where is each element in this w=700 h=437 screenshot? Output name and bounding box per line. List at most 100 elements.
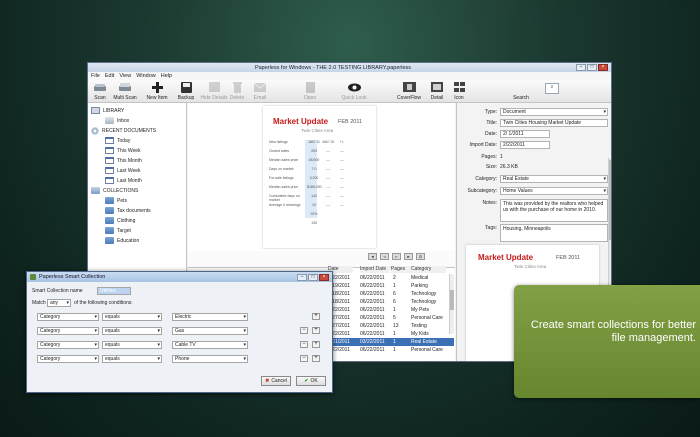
preview-row: For-sale listings 3,200— — bbox=[269, 176, 344, 180]
sidebar-item-tax-documents[interactable]: Tax documents bbox=[105, 207, 151, 214]
first-page-button[interactable]: ◂ bbox=[368, 253, 377, 260]
title-field[interactable]: Twin Cities Housing Market Update bbox=[500, 119, 608, 127]
condition-field-select[interactable]: Category bbox=[37, 313, 99, 321]
date-field[interactable]: 2/ 1/2011 bbox=[500, 130, 550, 138]
notes-field[interactable]: This was provided by the realtors who he… bbox=[500, 199, 608, 222]
folder-icon bbox=[105, 227, 114, 234]
sidebar-item-target[interactable]: Target bbox=[105, 227, 131, 234]
tags-field[interactable]: Housing, Minneapolis bbox=[500, 224, 608, 242]
cancel-button[interactable]: ✖ Cancel bbox=[261, 376, 291, 386]
search-button[interactable]: ⌕ bbox=[545, 83, 559, 94]
condition-operator-select[interactable]: equals bbox=[102, 355, 162, 363]
collection-name-field[interactable]: Utilities bbox=[97, 287, 131, 295]
ok-button[interactable]: ✔ OK bbox=[296, 376, 326, 386]
calendar-icon bbox=[105, 177, 114, 184]
last-page-button[interactable]: ▸ bbox=[404, 253, 413, 260]
prev-page-button[interactable]: ◃ bbox=[380, 253, 389, 260]
sidebar-collections-header[interactable]: COLLECTIONS bbox=[91, 187, 138, 194]
condition-value-select[interactable]: Phone bbox=[172, 355, 248, 363]
dialog-minimize-button[interactable]: – bbox=[297, 273, 307, 281]
category-select[interactable]: Real Estate bbox=[500, 175, 608, 183]
backup-button[interactable]: Backup bbox=[171, 81, 201, 101]
list-scrollbar-thumb[interactable] bbox=[450, 290, 454, 310]
preview-date: FEB 2011 bbox=[338, 119, 363, 125]
dialog-maximize-button[interactable]: □ bbox=[308, 273, 318, 281]
preview-page[interactable]: Market Update FEB 2011 Twin Cities Area … bbox=[263, 106, 376, 248]
maximize-button[interactable]: □ bbox=[587, 64, 597, 71]
window-title: Paperless for Windows - THE 2.0 TESTING … bbox=[254, 64, 412, 71]
menu-file[interactable]: File bbox=[91, 73, 100, 79]
match-select[interactable]: any bbox=[47, 299, 71, 307]
menu-help[interactable]: Help bbox=[161, 73, 172, 79]
coverflow-button[interactable]: CoverFlow bbox=[394, 81, 424, 101]
multi-scanner-icon bbox=[119, 81, 132, 93]
next-page-button[interactable]: ▹ bbox=[392, 253, 401, 260]
email-button[interactable]: Email bbox=[245, 81, 275, 101]
sidebar-item-this-week[interactable]: This Week bbox=[105, 147, 141, 154]
add-condition-button[interactable]: + bbox=[312, 327, 320, 334]
type-select[interactable]: Document bbox=[500, 108, 608, 116]
fit-page-button[interactable]: ⊙ bbox=[416, 253, 425, 260]
import-date-field[interactable]: 2/22/2011 bbox=[500, 141, 550, 149]
menu-window[interactable]: Window bbox=[136, 73, 156, 79]
dialog-title-bar[interactable]: Paperless Smart Collection – □ × bbox=[27, 272, 332, 282]
add-condition-button[interactable]: + bbox=[312, 341, 320, 348]
sidebar-item-inbox[interactable]: Inbox bbox=[105, 117, 129, 124]
size-label: Size: bbox=[485, 164, 497, 170]
open-button[interactable]: Open bbox=[295, 81, 325, 101]
title-bar[interactable]: Paperless for Windows - THE 2.0 TESTING … bbox=[88, 63, 611, 72]
menu-edit[interactable]: Edit bbox=[105, 73, 114, 79]
column-header-pages[interactable]: Pages bbox=[391, 266, 411, 273]
promo-callout-text: Create smart collections for better file… bbox=[530, 319, 696, 344]
menu-bar: File Edit View Window Help bbox=[88, 72, 611, 80]
open-icon bbox=[304, 81, 317, 93]
condition-field-select[interactable]: Category bbox=[37, 341, 99, 349]
condition-operator-select[interactable]: equals bbox=[102, 313, 162, 321]
subcategory-select[interactable]: Home Values bbox=[500, 187, 608, 195]
remove-condition-button[interactable]: − bbox=[300, 355, 308, 362]
email-icon bbox=[254, 81, 267, 93]
sidebar-library-header[interactable]: LIBRARY bbox=[91, 107, 124, 114]
condition-value-select[interactable]: Cable TV bbox=[172, 341, 248, 349]
sidebar-item-today[interactable]: Today bbox=[105, 137, 130, 144]
condition-field-select[interactable]: Category bbox=[37, 327, 99, 335]
condition-value-select[interactable]: Gas bbox=[172, 327, 248, 335]
add-condition-button[interactable]: + bbox=[312, 355, 320, 362]
preview-title: Market Update bbox=[273, 117, 329, 126]
sidebar-item-education[interactable]: Education bbox=[105, 237, 139, 244]
list-scrollbar[interactable] bbox=[449, 274, 454, 334]
multi-scan-button[interactable]: Multi Scan bbox=[110, 81, 140, 101]
sidebar-item-pets[interactable]: Pets bbox=[105, 197, 127, 204]
condition-operator-select[interactable]: equals bbox=[102, 327, 162, 335]
add-condition-button[interactable]: + bbox=[312, 313, 320, 320]
dialog-close-button[interactable]: × bbox=[319, 273, 329, 281]
sidebar-recent-header[interactable]: RECENT DOCUMENTS bbox=[91, 127, 156, 135]
sidebar-item-clothing[interactable]: Clothing bbox=[105, 217, 135, 224]
subcategory-label: Subcategory: bbox=[467, 188, 497, 194]
search-label: Search bbox=[513, 95, 529, 101]
close-button[interactable]: × bbox=[598, 64, 608, 71]
checkmark-icon: ✔ bbox=[304, 378, 309, 384]
eye-icon bbox=[347, 81, 361, 93]
minimize-button[interactable]: – bbox=[576, 64, 586, 71]
condition-field-select[interactable]: Category bbox=[37, 355, 99, 363]
details-scrollbar-thumb[interactable] bbox=[609, 160, 611, 240]
sidebar-item-last-month[interactable]: Last Month bbox=[105, 177, 142, 184]
column-header-category[interactable]: Category bbox=[411, 266, 446, 273]
remove-condition-button[interactable]: − bbox=[300, 327, 308, 334]
sidebar-item-this-month[interactable]: This Month bbox=[105, 157, 142, 164]
preview-row: Closed sales 253— — bbox=[269, 149, 344, 153]
title-label: Title: bbox=[486, 120, 497, 126]
match-suffix: of the following conditions: bbox=[74, 300, 133, 306]
hide-details-icon bbox=[208, 81, 221, 93]
condition-operator-select[interactable]: equals bbox=[102, 341, 162, 349]
quick-look-button[interactable]: Quick Look bbox=[339, 81, 369, 101]
remove-condition-button[interactable]: − bbox=[300, 341, 308, 348]
column-header-import-date[interactable]: Import Date bbox=[360, 266, 390, 273]
menu-view[interactable]: View bbox=[119, 73, 131, 79]
condition-value-select[interactable]: Electric bbox=[172, 313, 248, 321]
sidebar-item-last-week[interactable]: Last Week bbox=[105, 167, 141, 174]
preview-row: Median sales price 48,500— — bbox=[269, 158, 344, 162]
new-item-button[interactable]: New Item bbox=[142, 81, 172, 101]
icon-view-button[interactable]: Icon bbox=[444, 81, 474, 101]
